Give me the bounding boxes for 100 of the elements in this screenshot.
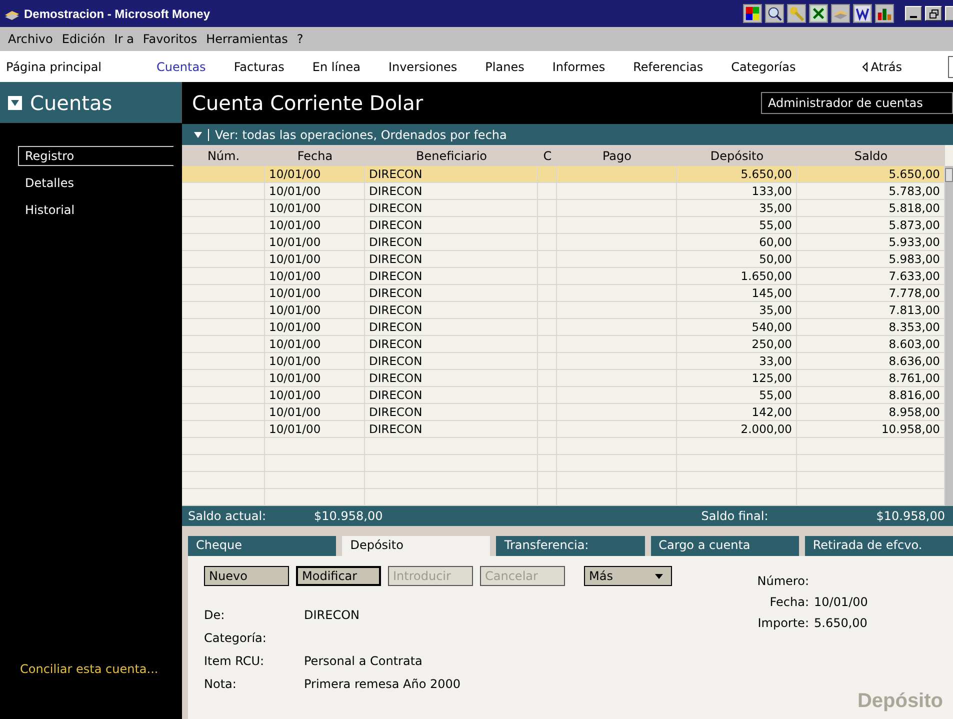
scroll-thumb[interactable] [945,168,953,182]
colored-squares-icon[interactable] [743,4,762,23]
menu-item[interactable]: ? [296,32,304,46]
table-cell: 10/01/00 [269,184,321,198]
form-tab[interactable]: Retirada de efcvo. [804,536,953,556]
magnifier-icon[interactable] [765,4,784,23]
menu-item[interactable]: Favoritos [142,32,198,46]
balance-value: $10.958,00 [314,509,383,523]
table-cell: DIRECON [369,320,422,334]
field-label: Categoría: [204,630,268,644]
table-cell: 8.603,00 [888,337,940,351]
chart-icon[interactable] [875,4,894,23]
table-cell: 5.873,00 [888,218,940,232]
table-cell: 50,00 [759,252,792,266]
column-header[interactable]: Fecha [265,145,365,166]
address-field[interactable] [948,56,953,78]
nav-link[interactable]: Facturas [234,60,284,74]
form-button[interactable]: Nuevo [204,566,289,586]
table-row[interactable]: 10/01/00 DIRECON 55,00 5.873,00 [182,217,945,234]
sidebar-item[interactable]: Detalles [18,173,174,193]
nav-link[interactable]: Categorías [731,60,796,74]
table-cell: 8.353,00 [888,320,940,334]
table-cell: 10/01/00 [269,252,321,266]
table-row[interactable]: 10/01/00 DIRECON 125,00 8.761,00 [182,370,945,387]
minimize-button[interactable] [905,6,922,21]
more-dropdown[interactable]: Más [584,566,672,586]
filter-link[interactable]: Ver: todas las operaciones, Ordenados por fecha [215,128,507,142]
balance-value: $10.958,00 [876,509,945,523]
column-header[interactable]: Pago [557,145,677,166]
form-button[interactable]: Modificar [296,566,381,586]
nav-link[interactable]: En línea [312,60,360,74]
sidebar-item[interactable]: Historial [18,200,174,220]
nav-link[interactable]: Inversiones [388,60,458,74]
nav-link[interactable]: Informes [552,60,606,74]
table-cell: 250,00 [752,337,792,351]
table-cell: 7.813,00 [888,303,940,317]
column-header[interactable]: Beneficiario [365,145,538,166]
field-value: Primera remesa Año 2000 [304,676,461,690]
form-tab[interactable]: Cheque [188,536,336,556]
table-row[interactable]: 10/01/00 DIRECON 250,00 8.603,00 [182,336,945,353]
sidebar-item[interactable]: Registro [18,146,174,166]
table-cell: 10/01/00 [269,354,321,368]
table-row[interactable]: 10/01/00 DIRECON 55,00 8.816,00 [182,387,945,404]
table-cell: 35,00 [759,201,792,215]
form-tab[interactable]: Transferencia: [496,536,645,556]
table-cell: 133,00 [752,184,792,198]
menu-item[interactable]: Ir a [114,32,134,46]
table-cell: 5.783,00 [888,184,940,198]
table-row[interactable]: 10/01/00 DIRECON 145,00 7.778,00 [182,285,945,302]
table-cell: DIRECON [369,371,422,385]
nav-link[interactable]: Cuentas [156,60,206,74]
menu-item[interactable]: Archivo [8,32,53,46]
table-cell: 10/01/00 [269,269,321,283]
column-header[interactable]: Saldo [797,145,945,166]
table-cell: 8.761,00 [888,371,940,385]
nav-link[interactable]: Planes [485,60,524,74]
table-cell: 1.650,00 [740,269,792,283]
table-row[interactable]: 10/01/00 DIRECON 5.650,00 5.650,00 [182,166,945,183]
table-row[interactable]: 10/01/00 DIRECON 142,00 8.958,00 [182,404,945,421]
table-row[interactable]: 10/01/00 DIRECON 35,00 7.813,00 [182,302,945,319]
table-cell: 10/01/00 [269,320,321,334]
table-row[interactable]: 10/01/00 DIRECON 33,00 8.636,00 [182,353,945,370]
table-row[interactable]: 10/01/00 DIRECON 2.000,00 10.958,00 [182,421,945,438]
account-manager-button[interactable]: Administrador de cuentas [761,92,953,114]
close-button[interactable] [945,6,953,21]
field-label: Nota: [204,676,238,690]
dropdown-icon[interactable] [194,132,202,138]
table-cell: 33,00 [759,354,792,368]
collapse-icon[interactable] [8,96,22,110]
form-tab[interactable]: Cargo a cuenta [650,536,799,556]
field-label: Número: [756,574,809,588]
form-tab[interactable]: Depósito [342,536,490,556]
scrollbar[interactable] [945,166,953,506]
column-header[interactable]: Núm. [182,145,265,166]
table-row[interactable]: 10/01/00 DIRECON 1.650,00 7.633,00 [182,268,945,285]
menu-item[interactable]: Herramientas [206,32,288,46]
nav-link[interactable]: Página principal [6,60,102,74]
table-cell: 8.816,00 [888,388,940,402]
back-arrow-icon [862,62,868,72]
table-cell: 10/01/00 [269,167,321,181]
table-cell: 55,00 [759,388,792,402]
table-row[interactable]: 10/01/00 DIRECON 133,00 5.783,00 [182,183,945,200]
column-header[interactable]: Depósito [677,145,797,166]
restore-button[interactable] [925,6,942,21]
account-title: Cuenta Corriente Dolar [192,91,424,115]
table-row[interactable]: 10/01/00 DIRECON 35,00 5.818,00 [182,200,945,217]
column-header[interactable]: C [538,145,557,166]
w-letter-icon[interactable] [853,4,872,23]
menu-item[interactable]: Edición [62,32,106,46]
table-row[interactable]: 10/01/00 DIRECON 50,00 5.983,00 [182,251,945,268]
table-cell: 10/01/00 [269,422,321,436]
table-row[interactable]: 10/01/00 DIRECON 60,00 5.933,00 [182,234,945,251]
table-cell: 7.778,00 [888,286,940,300]
nav-link[interactable]: Referencias [633,60,704,74]
table-row[interactable]: 10/01/00 DIRECON 540,00 8.353,00 [182,319,945,336]
x-letter-icon[interactable] [809,4,828,23]
back-button[interactable]: Atrás [862,60,902,74]
table-cell: DIRECON [369,303,422,317]
table-cell: DIRECON [369,218,422,232]
reconcile-link[interactable]: Conciliar esta cuenta... [0,662,182,719]
